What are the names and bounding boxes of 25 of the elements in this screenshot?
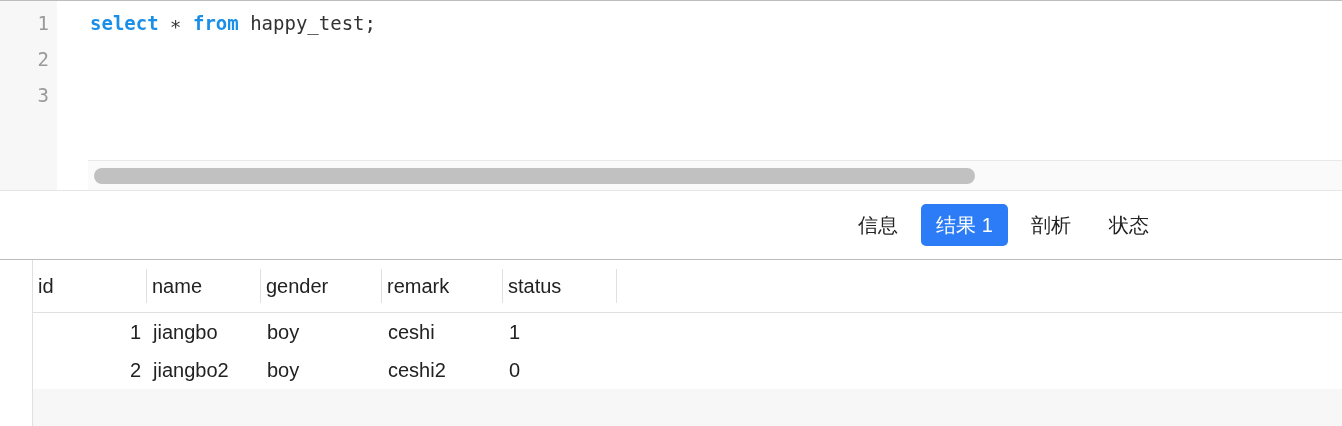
table-cell-text: 0 — [509, 358, 521, 383]
column-header[interactable]: gender — [261, 269, 382, 303]
table-cell-text: boy — [267, 320, 300, 345]
result-tab[interactable]: 状态 — [1094, 204, 1164, 246]
result-tab[interactable]: 信息 — [843, 204, 914, 246]
table-cell-text: 2 — [129, 358, 141, 383]
line-number: 1 — [37, 11, 49, 36]
scrollbar-thumb[interactable] — [94, 167, 975, 184]
table-cell-text: jiangbo — [153, 320, 218, 345]
line-number: 3 — [37, 83, 49, 108]
column-header[interactable]: status — [503, 269, 617, 303]
result-tab[interactable]: 结果 1 — [921, 204, 1008, 246]
column-header[interactable]: id — [33, 269, 147, 303]
table-cell-text: jiangbo2 — [153, 358, 229, 383]
code-line: select ∗ from happy_test; — [90, 10, 376, 37]
line-number: 2 — [37, 47, 49, 72]
table-cell-text: 1 — [509, 320, 521, 345]
table-cell-text: 1 — [129, 320, 141, 345]
column-header[interactable]: remark — [382, 269, 503, 303]
result-tab[interactable]: 剖析 — [1016, 204, 1086, 246]
column-header[interactable]: name — [147, 269, 261, 303]
horizontal-scrollbar[interactable] — [88, 160, 1342, 190]
table-cell-text: boy — [267, 358, 300, 383]
table-cell-text: ceshi — [388, 320, 435, 345]
table-cell-text: ceshi2 — [388, 358, 446, 383]
